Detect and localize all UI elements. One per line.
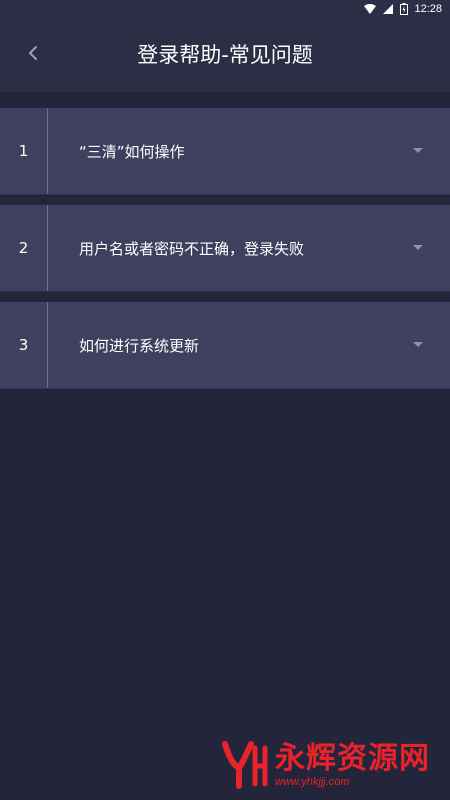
- caret-down-icon[interactable]: [386, 205, 450, 291]
- wifi-icon: [364, 3, 377, 15]
- faq-item-number: 1: [0, 108, 48, 194]
- battery-icon: [400, 3, 409, 15]
- watermark-logo-icon: [217, 738, 269, 792]
- faq-item-question: 用户名或者密码不正确，登录失败: [79, 239, 305, 258]
- watermark: 永辉资源网 www.yhkjjj.com: [217, 738, 430, 792]
- faq-item-question: 如何进行系统更新: [79, 336, 200, 355]
- watermark-url: www.yhkjjj.com: [275, 775, 350, 788]
- status-icons: 12:28: [364, 2, 442, 16]
- caret-down-icon[interactable]: [386, 108, 450, 194]
- status-bar: 12:28: [0, 0, 450, 18]
- faq-item-number: 3: [0, 302, 48, 388]
- app-header: 登录帮助-常见问题: [0, 18, 450, 92]
- faq-item-3[interactable]: 3 如何进行系统更新: [0, 302, 450, 389]
- signal-icon: [382, 3, 394, 15]
- faq-item-question: “三清”如何操作: [79, 142, 185, 161]
- caret-down-icon[interactable]: [386, 302, 450, 388]
- faq-item-2[interactable]: 2 用户名或者密码不正确，登录失败: [0, 205, 450, 292]
- status-time: 12:28: [414, 3, 442, 15]
- faq-item-number: 2: [0, 205, 48, 291]
- faq-item-1[interactable]: 1 “三清”如何操作: [0, 108, 450, 195]
- faq-list: 1 “三清”如何操作 2 用户名或者密码不正确，登录失败 3 如何进行系统更新: [0, 108, 450, 399]
- watermark-name: 永辉资源网: [275, 740, 430, 776]
- page-title: 登录帮助-常见问题: [137, 43, 313, 67]
